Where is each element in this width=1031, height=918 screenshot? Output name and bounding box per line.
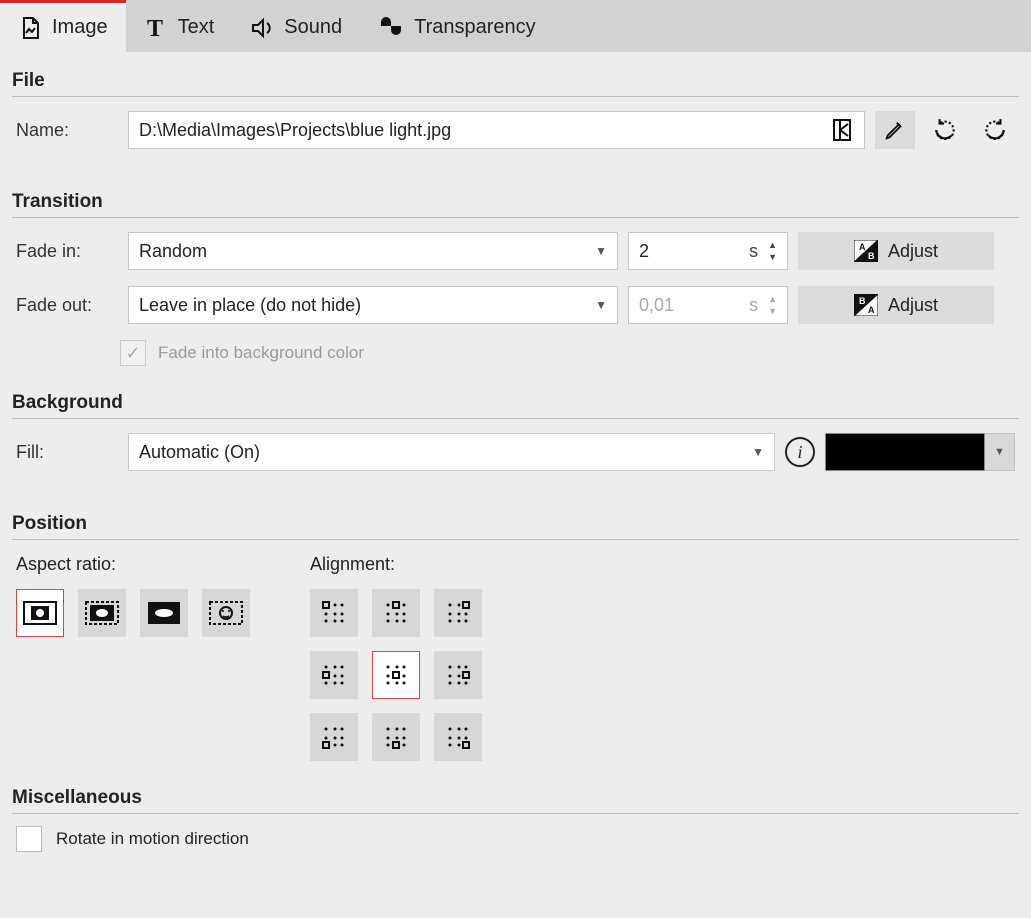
tab-image-label: Image [52, 16, 108, 39]
fadeout-mode-dropdown[interactable]: Leave in place (do not hide) ▼ [128, 286, 618, 324]
fadeout-mode-value: Leave in place (do not hide) [139, 295, 361, 316]
rotate-motion-checkbox[interactable] [16, 826, 42, 852]
chevron-down-icon: ▼ [595, 244, 607, 258]
chevron-down-icon[interactable]: ▼ [985, 433, 1015, 471]
tab-bar: Image T Text Sound Transparency [0, 0, 1031, 52]
file-heading: File [12, 64, 1019, 97]
sound-icon [250, 16, 274, 40]
transition-heading: Transition [12, 185, 1019, 218]
fadeout-unit: s [749, 295, 758, 316]
tab-image[interactable]: Image [0, 0, 126, 52]
fill-mode-dropdown[interactable]: Automatic (On) ▼ [128, 433, 775, 471]
rotate-cw-button[interactable] [975, 111, 1015, 149]
fadein-adjust-label: Adjust [888, 241, 938, 262]
align-bottom-right[interactable] [434, 713, 482, 761]
align-middle-right[interactable] [434, 651, 482, 699]
section-transition: Transition Fade in: Random ▼ 2 s ▲▼ A B … [0, 173, 1031, 374]
svg-text:B: B [868, 251, 875, 261]
align-bottom-center[interactable] [372, 713, 420, 761]
fadeout-adjust-button[interactable]: B A Adjust [798, 286, 994, 324]
fadeout-label: Fade out: [16, 295, 118, 316]
align-top-center[interactable] [372, 589, 420, 637]
align-bottom-left[interactable] [310, 713, 358, 761]
fadein-unit: s [749, 241, 758, 262]
align-middle-center[interactable] [372, 651, 420, 699]
section-background: Background Fill: Automatic (On) ▼ i ▼ [0, 374, 1031, 495]
aspect-stretch-button[interactable] [140, 589, 188, 637]
fade-bg-label: Fade into background color [158, 343, 364, 363]
fadein-label: Fade in: [16, 241, 118, 262]
svg-text:T: T [147, 16, 163, 40]
section-file: File Name: D:\Media\Images\Projects\blue… [0, 52, 1031, 173]
aspect-keep-button[interactable] [16, 589, 64, 637]
align-middle-left[interactable] [310, 651, 358, 699]
aspect-ratio-label: Aspect ratio: [16, 554, 250, 575]
chevron-down-icon: ▼ [595, 298, 607, 312]
text-icon: T [144, 16, 168, 40]
tab-text-label: Text [178, 16, 215, 39]
fadein-adjust-button[interactable]: A B Adjust [798, 232, 994, 270]
alignment-label: Alignment: [310, 554, 482, 575]
fadeout-duration-value: 0,01 [639, 295, 739, 316]
fadein-duration-stepper[interactable]: 2 s ▲▼ [628, 232, 788, 270]
rotate-motion-label: Rotate in motion direction [56, 829, 249, 849]
transparency-icon [378, 16, 404, 40]
align-top-right[interactable] [434, 589, 482, 637]
fadeout-adjust-label: Adjust [888, 295, 938, 316]
tab-sound[interactable]: Sound [232, 0, 360, 52]
svg-text:A: A [859, 242, 866, 252]
fadein-duration-value: 2 [639, 241, 739, 262]
transition-ab-icon: A B [854, 240, 878, 262]
spinner-icons[interactable]: ▲▼ [768, 240, 777, 262]
misc-heading: Miscellaneous [12, 781, 1019, 814]
tab-transparency-label: Transparency [414, 16, 536, 39]
rotate-ccw-button[interactable] [925, 111, 965, 149]
edit-button[interactable] [875, 111, 915, 149]
aspect-face-button[interactable] [202, 589, 250, 637]
svg-text:B: B [859, 296, 866, 306]
fade-bg-checkbox: ✓ [120, 340, 146, 366]
image-icon [18, 16, 42, 40]
tab-text[interactable]: T Text [126, 0, 233, 52]
transition-ba-icon: B A [854, 294, 878, 316]
fadein-mode-value: Random [139, 241, 207, 262]
spinner-icons: ▲▼ [768, 294, 777, 316]
align-top-left[interactable] [310, 589, 358, 637]
browse-icon[interactable] [830, 117, 854, 143]
fill-mode-value: Automatic (On) [139, 442, 260, 463]
file-path-value: D:\Media\Images\Projects\blue light.jpg [139, 120, 822, 141]
tab-transparency[interactable]: Transparency [360, 0, 554, 52]
name-label: Name: [16, 120, 118, 141]
tab-sound-label: Sound [284, 16, 342, 39]
aspect-crop-button[interactable] [78, 589, 126, 637]
color-swatch [825, 433, 985, 471]
background-heading: Background [12, 386, 1019, 419]
svg-text:A: A [868, 305, 875, 315]
fill-color-picker[interactable]: ▼ [825, 433, 1015, 471]
fadein-mode-dropdown[interactable]: Random ▼ [128, 232, 618, 270]
section-misc: Miscellaneous Rotate in motion direction [0, 769, 1031, 864]
section-position: Position Aspect ratio: [0, 495, 1031, 769]
file-path-field[interactable]: D:\Media\Images\Projects\blue light.jpg [128, 111, 865, 149]
position-heading: Position [12, 507, 1019, 540]
fill-label: Fill: [16, 442, 118, 463]
fadeout-duration-stepper: 0,01 s ▲▼ [628, 286, 788, 324]
chevron-down-icon: ▼ [752, 445, 764, 459]
info-icon[interactable]: i [785, 437, 815, 467]
